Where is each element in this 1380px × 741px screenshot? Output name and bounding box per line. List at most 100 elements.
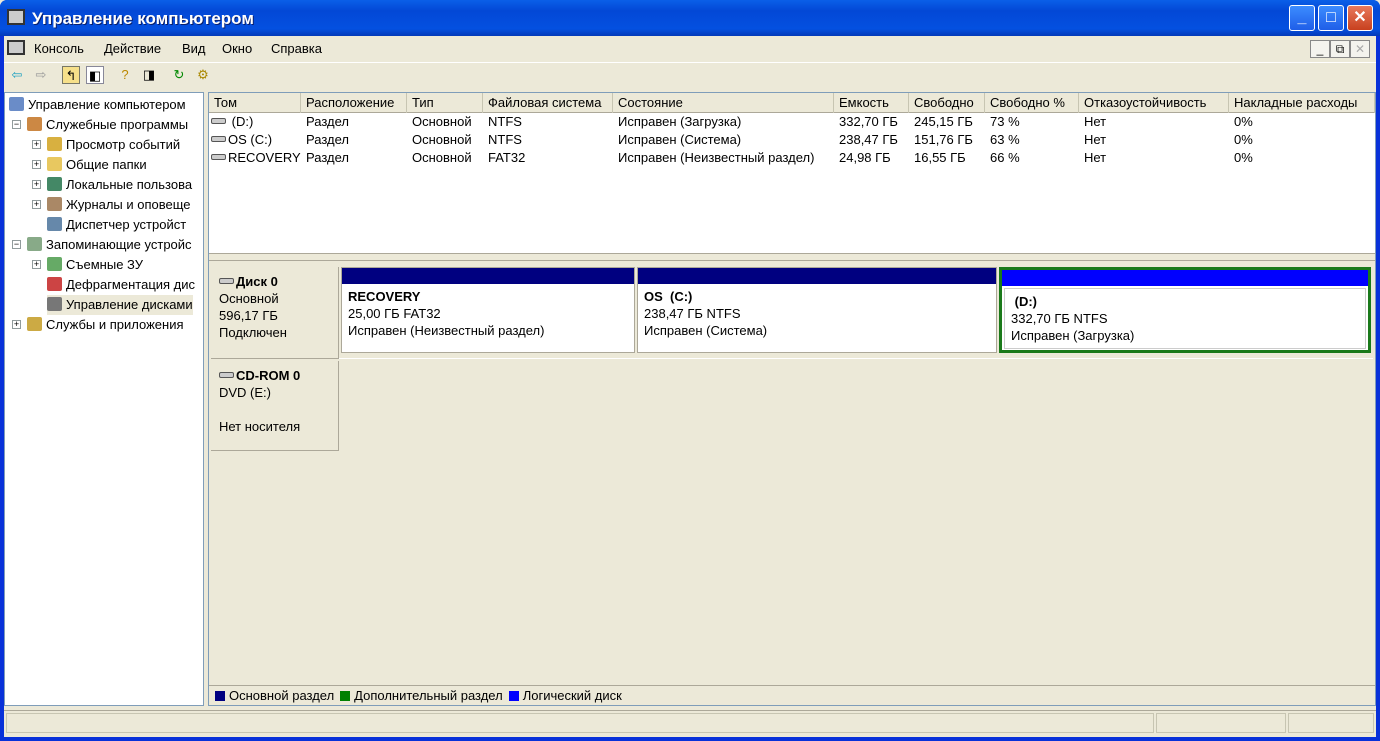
tree-item[interactable]: Диспетчер устройст bbox=[47, 215, 186, 235]
properties-icon[interactable]: ⚙ bbox=[194, 66, 212, 84]
help-icon[interactable]: ? bbox=[116, 66, 134, 84]
column-header[interactable]: Состояние bbox=[613, 93, 834, 113]
tree-item[interactable]: + Съемные ЗУ bbox=[32, 255, 143, 275]
cell-text: (D:) bbox=[228, 114, 254, 129]
collapse-icon[interactable]: − bbox=[12, 240, 21, 249]
cell-text: 0% bbox=[1234, 150, 1253, 165]
tree-node-icon bbox=[47, 157, 62, 171]
column-header[interactable]: Расположение bbox=[301, 93, 407, 113]
table-cell: 245,15 ГБ bbox=[909, 113, 985, 131]
column-header[interactable]: Накладные расходы bbox=[1229, 93, 1375, 113]
window: Управление компьютером _ □ ✕ Консоль Дей… bbox=[0, 0, 1380, 741]
tree-item[interactable]: + Просмотр событий bbox=[32, 135, 180, 155]
mdi-restore-button[interactable]: ⧉ bbox=[1330, 40, 1350, 58]
table-cell: Основной bbox=[407, 113, 483, 131]
show-tree-icon[interactable]: ◧ bbox=[86, 66, 104, 84]
tree-pane: Управление компьютером − Служебные програм… bbox=[4, 92, 204, 706]
expand-icon[interactable]: + bbox=[32, 260, 41, 269]
tree-node-icon bbox=[47, 217, 62, 231]
column-header[interactable]: Файловая система bbox=[483, 93, 613, 113]
pane-splitter[interactable] bbox=[209, 253, 1375, 261]
cell-text: 238,47 ГБ bbox=[839, 132, 898, 147]
column-header[interactable]: Отказоустойчивость bbox=[1079, 93, 1229, 113]
cell-text: Раздел bbox=[306, 114, 349, 129]
table-cell: 0% bbox=[1229, 131, 1375, 149]
tree-item[interactable]: Дефрагментация дис bbox=[47, 275, 195, 295]
tree-item[interactable]: − Служебные программы bbox=[12, 115, 188, 135]
forward-icon[interactable]: ⇨ bbox=[32, 66, 50, 84]
disk-0-partitions: RECOVERY 25,00 ГБ FAT32 Исправен (Неизвест… bbox=[339, 267, 1373, 359]
menu-window[interactable]: Окно bbox=[222, 41, 252, 56]
expand-icon[interactable]: + bbox=[32, 200, 41, 209]
table-cell: Нет bbox=[1079, 113, 1229, 131]
action-pane-icon[interactable]: ◨ bbox=[140, 66, 158, 84]
collapse-icon[interactable]: − bbox=[12, 120, 21, 129]
cell-text: Основной bbox=[412, 114, 472, 129]
tree-node-icon bbox=[47, 197, 62, 211]
tree-item[interactable]: + Локальные пользова bbox=[32, 175, 192, 195]
table-cell: Основной bbox=[407, 149, 483, 167]
refresh-icon[interactable]: ↻ bbox=[170, 66, 188, 84]
menu-console[interactable]: Консоль bbox=[34, 41, 84, 56]
partition-name: OS (C:) bbox=[644, 289, 693, 304]
partition-block[interactable]: OS (C:) 238,47 ГБ NTFS Исправен (Система) bbox=[637, 267, 997, 353]
expand-icon[interactable]: + bbox=[32, 180, 41, 189]
table-cell: Нет bbox=[1079, 149, 1229, 167]
tree-item[interactable]: − Запоминающие устройс bbox=[12, 235, 192, 255]
table-row[interactable]: OS (C:) Раздел Основной NTFS Исправен (Систе… bbox=[209, 131, 1375, 149]
tree-item[interactable]: Управление дисками bbox=[47, 295, 193, 315]
expand-icon[interactable]: + bbox=[32, 160, 41, 169]
table-cell: 332,70 ГБ bbox=[834, 113, 909, 131]
legend-swatch bbox=[508, 691, 519, 701]
expand-icon[interactable]: + bbox=[12, 320, 21, 329]
tree-item[interactable]: Управление компьютером bbox=[9, 95, 186, 115]
disk-management-pane: Том Расположение Тип Файловая система Состоя… bbox=[208, 92, 1376, 706]
back-icon[interactable]: ⇦ bbox=[8, 66, 26, 84]
close-button[interactable]: ✕ bbox=[1347, 5, 1373, 31]
up-folder-icon[interactable]: ↰ bbox=[62, 66, 80, 84]
partition-type-bar bbox=[342, 268, 634, 284]
table-cell: 16,55 ГБ bbox=[909, 149, 985, 167]
cell-text: 0% bbox=[1234, 114, 1253, 129]
column-header[interactable]: Тип bbox=[407, 93, 483, 113]
tree-item-label: Службы и приложения bbox=[46, 317, 184, 332]
column-header[interactable]: Свободно % bbox=[985, 93, 1079, 113]
column-header[interactable]: Емкость bbox=[834, 93, 909, 113]
tree-item[interactable]: + Службы и приложения bbox=[12, 315, 184, 335]
cdrom-state: Нет носителя bbox=[219, 419, 301, 434]
mdi-minimize-button[interactable]: _ bbox=[1310, 40, 1330, 58]
volume-icon bbox=[211, 136, 226, 142]
cdrom-0-label[interactable]: CD-ROM 0 DVD (E:) Нет носителя bbox=[211, 361, 339, 451]
minimize-button[interactable]: _ bbox=[1289, 5, 1315, 31]
table-cell: FAT32 bbox=[483, 149, 613, 167]
expand-icon[interactable]: + bbox=[32, 140, 41, 149]
column-header[interactable]: Свободно bbox=[909, 93, 985, 113]
table-cell: OS (C:) bbox=[209, 131, 301, 149]
legend: Основной раздел Дополнительный раздел Логи… bbox=[209, 685, 1375, 705]
status-bar bbox=[4, 710, 1376, 734]
table-row[interactable]: RECOVERY Раздел Основной FAT32 Исправен (Неи… bbox=[209, 149, 1375, 167]
partition-info: 25,00 ГБ FAT32 bbox=[348, 306, 441, 321]
menu-help[interactable]: Справка bbox=[271, 41, 322, 56]
cell-text: Раздел bbox=[306, 132, 349, 147]
tree-item-label: Управление дисками bbox=[66, 297, 193, 312]
volume-icon bbox=[211, 118, 226, 124]
cell-text: 0% bbox=[1234, 132, 1253, 147]
tree-item-label: Диспетчер устройст bbox=[66, 217, 187, 232]
table-row[interactable]: (D:) Раздел Основной NTFS Исправен (Загрузка… bbox=[209, 113, 1375, 131]
column-header[interactable]: Том bbox=[209, 93, 301, 113]
maximize-button[interactable]: □ bbox=[1318, 5, 1344, 31]
cell-text: NTFS bbox=[488, 132, 522, 147]
partition-block[interactable]: RECOVERY 25,00 ГБ FAT32 Исправен (Неизвест… bbox=[341, 267, 635, 353]
tree-item[interactable]: + Общие папки bbox=[32, 155, 147, 175]
tree-item[interactable]: + Журналы и оповеще bbox=[32, 195, 191, 215]
partition-type-bar bbox=[638, 268, 996, 284]
table-cell: Исправен (Неизвестный раздел) bbox=[613, 149, 834, 167]
cell-text: Основной bbox=[412, 132, 472, 147]
cell-text: 24,98 ГБ bbox=[839, 150, 891, 165]
mdi-close-button[interactable]: ✕ bbox=[1350, 40, 1370, 58]
partition-block[interactable]: (D:) 332,70 ГБ NTFS Исправен (Загрузка) bbox=[999, 267, 1371, 353]
disk-0-label[interactable]: Диск 0 Основной 596,17 ГБ Подключен bbox=[211, 267, 339, 359]
menu-action[interactable]: Действие bbox=[104, 41, 161, 56]
menu-view[interactable]: Вид bbox=[182, 41, 206, 56]
